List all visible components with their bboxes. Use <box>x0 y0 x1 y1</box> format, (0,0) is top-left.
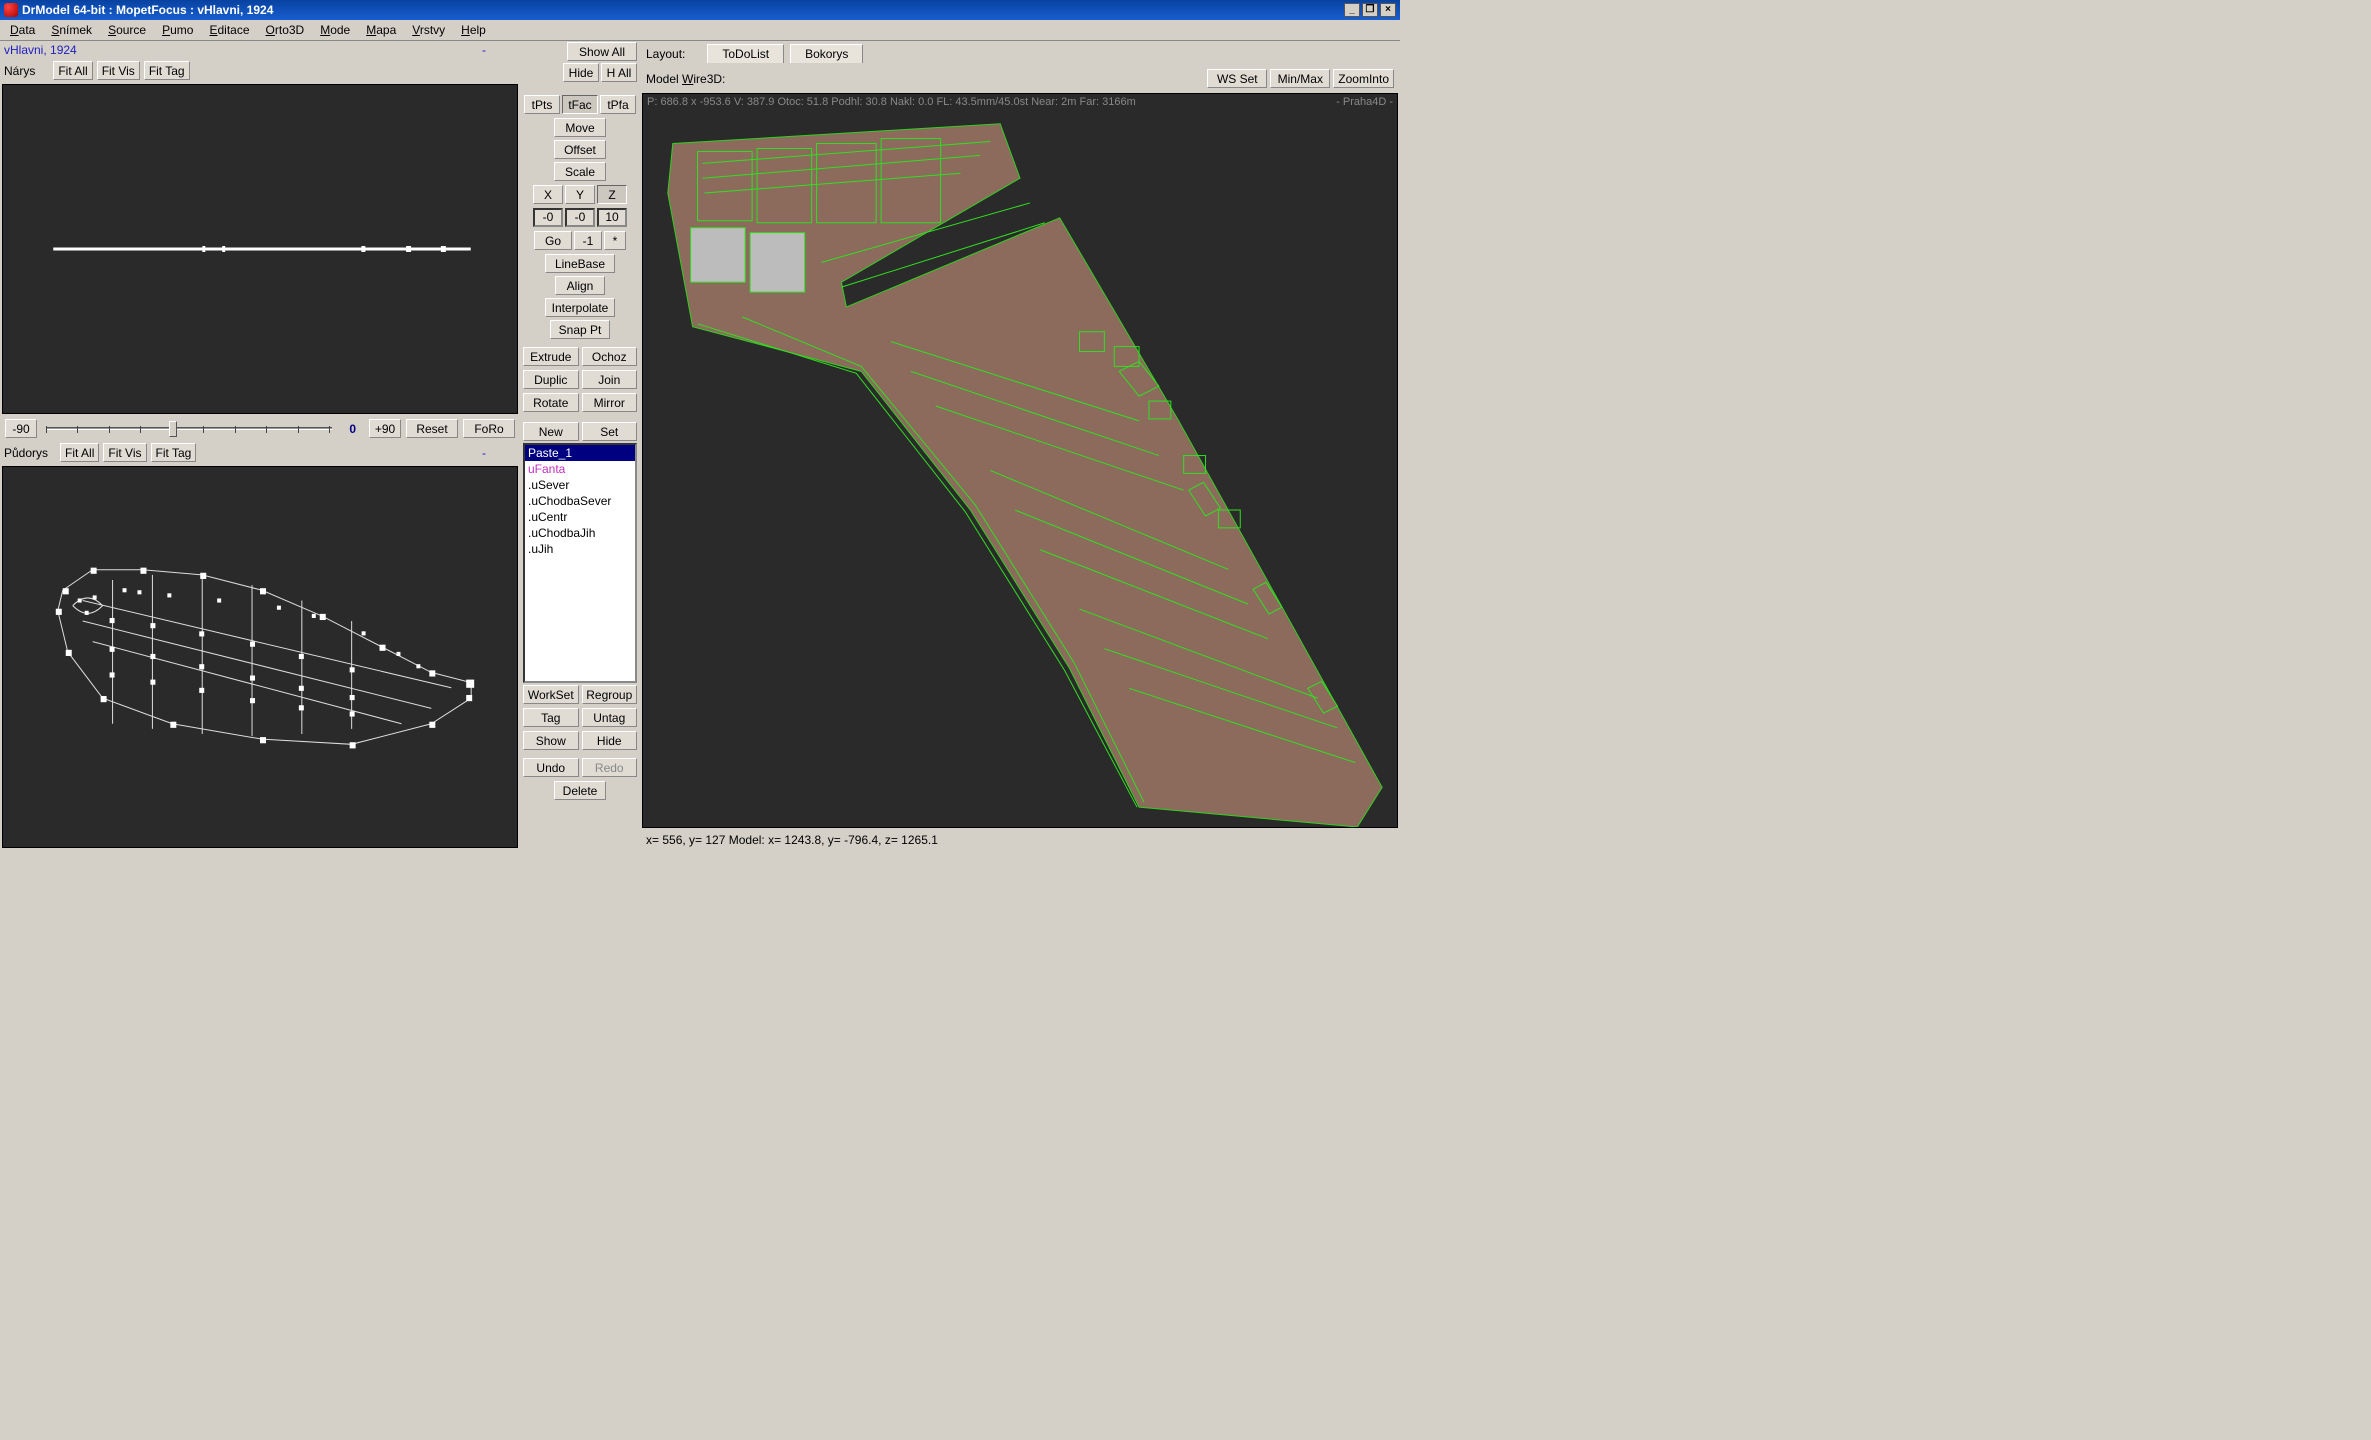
untag-button[interactable]: Untag <box>582 708 638 727</box>
neg1-button[interactable]: -1 <box>574 231 602 250</box>
menu-data[interactable]: Data <box>2 21 43 39</box>
pudorys-dash: - <box>482 446 516 460</box>
tfac-button[interactable]: tFac <box>562 95 598 114</box>
regroup-button[interactable]: Regroup <box>582 685 638 704</box>
minimize-button[interactable]: _ <box>1344 3 1360 17</box>
close-button[interactable]: × <box>1380 3 1396 17</box>
hide-top-button[interactable]: Hide <box>563 63 599 82</box>
status-bar: x= 556, y= 127 Model: x= 1243.8, y= -796… <box>640 830 1400 850</box>
go-button[interactable]: Go <box>534 231 572 250</box>
zoom-into-button[interactable]: ZoomInto <box>1333 69 1394 88</box>
redo-button[interactable]: Redo <box>582 758 638 777</box>
menu-mapa[interactable]: Mapa <box>358 21 404 39</box>
workset-button[interactable]: WorkSet <box>523 685 579 704</box>
menu-pumo[interactable]: Pumo <box>154 21 201 39</box>
axis-x-button[interactable]: X <box>533 185 563 204</box>
h-all-button[interactable]: H All <box>601 63 637 82</box>
list-item[interactable]: .uJih <box>525 541 635 557</box>
tpfa-button[interactable]: tPfa <box>600 95 636 114</box>
menu-mode[interactable]: Mode <box>312 21 358 39</box>
min-max-button[interactable]: Min/Max <box>1270 69 1330 88</box>
layout-label: Layout: <box>646 47 685 61</box>
align-button[interactable]: Align <box>555 276 605 295</box>
ws-set-button[interactable]: WS Set <box>1207 69 1267 88</box>
list-item[interactable]: Paste_1 <box>525 445 635 461</box>
offset-button[interactable]: Offset <box>554 140 606 159</box>
duplic-button[interactable]: Duplic <box>523 370 579 389</box>
viewport-stats: P: 686.8 x -953.6 V: 387.9 Otoc: 51.8 Po… <box>647 96 1136 108</box>
snappt-button[interactable]: Snap Pt <box>550 320 610 339</box>
restore-button[interactable]: ❐ <box>1362 3 1378 17</box>
object-list[interactable]: Paste_1 uFanta .uSever .uChodbaSever .uC… <box>523 443 637 683</box>
show-all-button[interactable]: Show All <box>567 42 637 61</box>
menu-help[interactable]: Help <box>453 21 494 39</box>
tag-button[interactable]: Tag <box>523 708 579 727</box>
scale-button[interactable]: Scale <box>554 162 606 181</box>
wire3d-viewport[interactable]: P: 686.8 x -953.6 V: 387.9 Otoc: 51.8 Po… <box>642 93 1398 828</box>
linebase-button[interactable]: LineBase <box>545 254 615 273</box>
rotate-slider[interactable] <box>46 427 332 430</box>
tpts-button[interactable]: tPts <box>524 95 560 114</box>
model-name-label: vHlavni, 1924 <box>4 43 77 57</box>
rotate-plus90-button[interactable]: +90 <box>369 419 401 438</box>
menu-bar: Data Snímek Source Pumo Editace Orto3D M… <box>0 20 1400 41</box>
tab-bokorys[interactable]: Bokorys <box>790 44 863 63</box>
extrude-button[interactable]: Extrude <box>523 347 579 366</box>
tab-todolist[interactable]: ToDoList <box>707 44 784 63</box>
title: DrModel 64-bit : MopetFocus : vHlavni, 1… <box>22 3 273 17</box>
header-dash: - <box>482 43 516 57</box>
axis-z-button[interactable]: Z <box>597 185 627 204</box>
move-button[interactable]: Move <box>554 118 606 137</box>
val-x-input[interactable]: -0 <box>533 208 563 227</box>
delete-button[interactable]: Delete <box>554 781 606 800</box>
narys-fitvis-button[interactable]: Fit Vis <box>97 61 140 80</box>
menu-editace[interactable]: Editace <box>201 21 257 39</box>
set-button[interactable]: Set <box>582 422 638 441</box>
interpolate-button[interactable]: Interpolate <box>545 298 615 317</box>
pudorys-fitall-button[interactable]: Fit All <box>60 443 99 462</box>
narys-fittag-button[interactable]: Fit Tag <box>144 61 190 80</box>
axis-y-button[interactable]: Y <box>565 185 595 204</box>
rotate-value: 0 <box>341 422 364 436</box>
list-item[interactable]: .uChodbaSever <box>525 493 635 509</box>
list-item[interactable]: .uSever <box>525 477 635 493</box>
ochoz-button[interactable]: Ochoz <box>582 347 638 366</box>
list-item[interactable]: uFanta <box>525 461 635 477</box>
pudorys-fitvis-button[interactable]: Fit Vis <box>103 443 146 462</box>
narys-fitall-button[interactable]: Fit All <box>53 61 92 80</box>
viewport-credit: - Praha4D - <box>1336 96 1393 108</box>
menu-snimek[interactable]: Snímek <box>43 21 100 39</box>
new-button[interactable]: New <box>523 422 579 441</box>
pudorys-label: Půdorys <box>4 446 48 460</box>
menu-source[interactable]: Source <box>100 21 154 39</box>
val-y-input[interactable]: -0 <box>565 208 595 227</box>
list-item[interactable]: .uCentr <box>525 509 635 525</box>
model-label: Model Wire3D: <box>646 72 725 86</box>
app-icon <box>4 3 18 17</box>
pudorys-viewport[interactable] <box>2 466 518 848</box>
pudorys-fittag-button[interactable]: Fit Tag <box>151 443 197 462</box>
star-button[interactable]: * <box>604 231 626 250</box>
narys-label: Nárys <box>4 64 35 78</box>
mirror-button[interactable]: Mirror <box>582 393 638 412</box>
menu-vrstvy[interactable]: Vrstvy <box>404 21 453 39</box>
hide-button[interactable]: Hide <box>582 731 638 750</box>
foro-button[interactable]: FoRo <box>463 419 515 438</box>
rotate-neg90-button[interactable]: -90 <box>5 419 37 438</box>
rotate-reset-button[interactable]: Reset <box>406 419 458 438</box>
menu-orto3d[interactable]: Orto3D <box>258 21 313 39</box>
rotate-button[interactable]: Rotate <box>523 393 579 412</box>
val-z-input[interactable]: 10 <box>597 208 627 227</box>
list-item[interactable]: .uChodbaJih <box>525 525 635 541</box>
undo-button[interactable]: Undo <box>523 758 579 777</box>
join-button[interactable]: Join <box>582 370 638 389</box>
narys-viewport[interactable] <box>2 84 518 414</box>
show-button[interactable]: Show <box>523 731 579 750</box>
